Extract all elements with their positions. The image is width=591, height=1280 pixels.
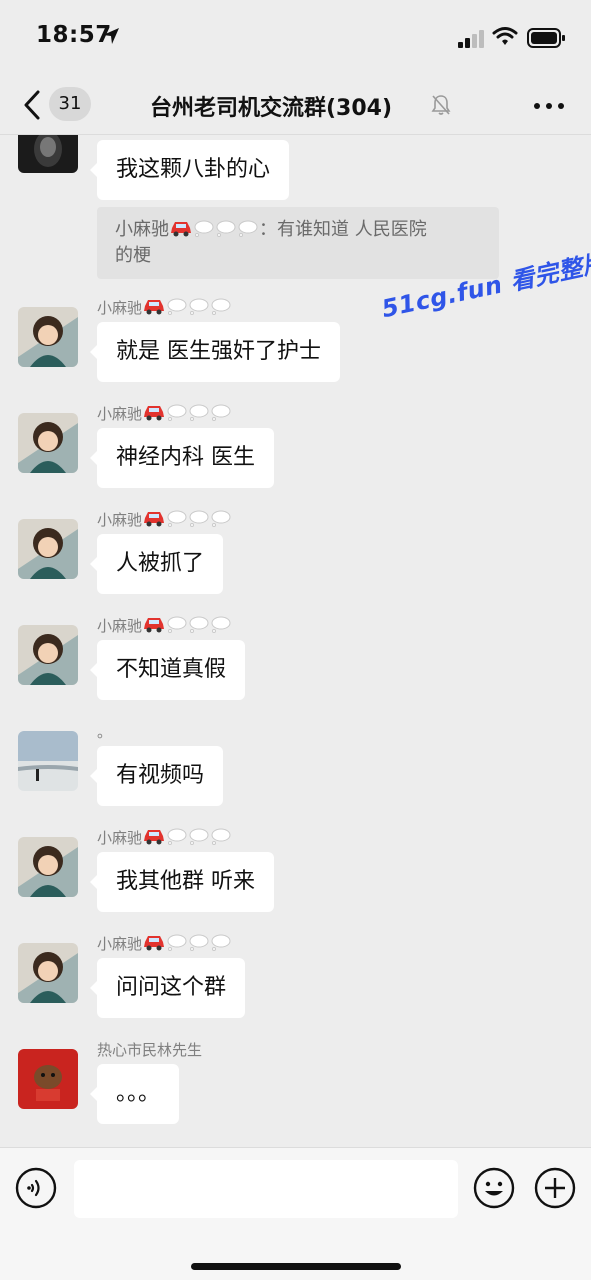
sender-name: 小麻驰 <box>97 933 232 955</box>
wifi-icon <box>492 27 518 45</box>
back-arrow-icon[interactable] <box>18 88 48 122</box>
status-bar: 18:57 <box>0 0 591 76</box>
message-bubble[interactable]: 。。。 <box>89 1064 180 1124</box>
thought-bubble-icon <box>166 509 188 531</box>
thought-bubble-icon <box>210 297 232 319</box>
status-time: 18:57 <box>36 22 112 48</box>
thought-bubble-icon <box>166 933 188 955</box>
thought-bubble-icon <box>215 219 237 244</box>
avatar[interactable] <box>18 307 78 367</box>
thought-bubble-icon <box>210 933 232 955</box>
avatar[interactable] <box>18 837 78 897</box>
avatar[interactable] <box>18 625 78 685</box>
cellular-signal-icon <box>458 30 484 48</box>
thought-bubble-icon <box>210 403 232 425</box>
sender-name-text: 小麻驰 <box>97 511 143 529</box>
sender-name: 小麻驰 <box>97 297 232 319</box>
sender-name: 小麻驰 <box>97 403 232 425</box>
thought-bubble-icon <box>188 933 210 955</box>
sender-name-text: 小麻驰 <box>97 935 143 953</box>
thought-bubble-icon <box>188 509 210 531</box>
quoted-reply[interactable]: 小麻驰 ：有谁知道 人民医院 的梗 <box>97 207 499 279</box>
thought-bubble-icon <box>188 403 210 425</box>
sender-name-text: 。 <box>97 723 113 741</box>
sender-name-text: 热心市民林先生 <box>97 1041 203 1059</box>
thought-bubble-icon <box>210 827 232 849</box>
sender-name: 小麻驰 <box>97 827 232 849</box>
car-emoji-icon <box>142 933 166 955</box>
message-bubble[interactable]: 就是 医生强奸了护士 <box>90 322 340 382</box>
sender-name-text: 小麻驰 <box>97 617 143 635</box>
car-emoji-icon <box>142 509 166 531</box>
car-emoji-icon <box>142 297 166 319</box>
thought-bubble-icon <box>166 403 188 425</box>
message-bubble[interactable]: 我这颗八卦的心 <box>89 140 290 200</box>
car-emoji-icon <box>142 403 166 425</box>
avatar[interactable] <box>18 135 78 173</box>
sender-name: 热心市民林先生 <box>97 1039 202 1060</box>
message-bubble[interactable]: 人被抓了 <box>89 534 224 594</box>
chat-screen: 18:57 31 台州老司机交流群(304) 我这颗八卦的心 小麻驰 ：有谁知道… <box>0 0 591 1280</box>
avatar[interactable] <box>18 519 78 579</box>
thought-bubble-icon <box>210 509 232 531</box>
message-bubble[interactable]: 我其他群 听来 <box>90 852 274 912</box>
battery-icon <box>527 28 565 48</box>
avatar[interactable] <box>18 413 78 473</box>
avatar[interactable] <box>18 943 78 1003</box>
sender-name-text: 小麻驰 <box>97 405 143 423</box>
sender-name: 小麻驰 <box>97 615 232 637</box>
sender-name-text: 小麻驰 <box>97 299 143 317</box>
mute-bell-icon <box>431 95 451 115</box>
thought-bubble-icon <box>237 219 259 244</box>
quote-text: ：有谁知道 人民医院 <box>259 219 427 240</box>
unread-count-badge[interactable]: 31 <box>49 87 91 121</box>
car-emoji-icon <box>142 615 166 637</box>
message-bubble[interactable]: 神经内科 医生 <box>90 428 274 488</box>
avatar[interactable] <box>18 731 78 791</box>
message-bubble[interactable]: 有视频吗 <box>89 746 224 806</box>
message-bubble[interactable]: 问问这个群 <box>89 958 246 1018</box>
voice-input-icon[interactable] <box>15 1167 57 1209</box>
thought-bubble-icon <box>166 827 188 849</box>
message-bubble[interactable]: 不知道真假 <box>89 640 246 700</box>
car-emoji-icon <box>142 827 166 849</box>
input-bar <box>0 1147 591 1280</box>
sender-name-text: 小麻驰 <box>97 829 143 847</box>
more-options-button[interactable] <box>532 96 566 116</box>
chat-header: 31 台州老司机交流群(304) <box>0 76 591 135</box>
plus-icon[interactable] <box>534 1167 576 1209</box>
sender-name: 小麻驰 <box>97 509 232 531</box>
quote-text-line2: 的梗 <box>115 245 151 266</box>
thought-bubble-icon <box>188 615 210 637</box>
quote-sender: 小麻驰 <box>115 219 169 240</box>
sender-name: 。 <box>97 721 112 742</box>
thought-bubble-icon <box>193 219 215 244</box>
thought-bubble-icon <box>166 615 188 637</box>
avatar[interactable] <box>18 1049 78 1109</box>
thought-bubble-icon <box>166 297 188 319</box>
car-emoji-icon <box>169 219 193 244</box>
message-list[interactable]: 我这颗八卦的心 小麻驰 ：有谁知道 人民医院 的梗 小麻驰 就是 医生强奸了护士 小麻… <box>0 135 591 1147</box>
location-arrow-icon <box>103 28 119 44</box>
thought-bubble-icon <box>188 297 210 319</box>
home-indicator[interactable] <box>191 1263 401 1270</box>
thought-bubble-icon <box>188 827 210 849</box>
emoji-icon[interactable] <box>473 1167 515 1209</box>
thought-bubble-icon <box>210 615 232 637</box>
message-input[interactable] <box>74 1160 458 1218</box>
chat-title: 台州老司机交流群(304) <box>150 96 393 121</box>
